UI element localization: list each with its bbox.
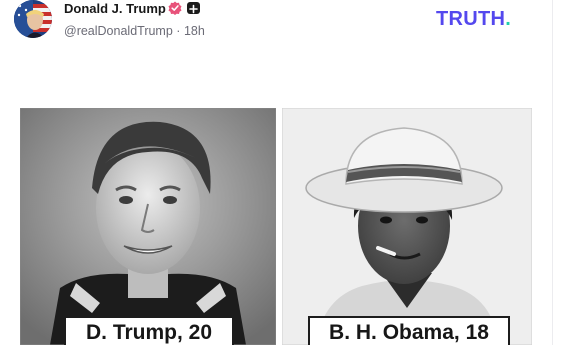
plus-badge-icon bbox=[187, 2, 200, 14]
truth-social-logo: TRUTH. bbox=[436, 8, 511, 31]
caption-right: B. H. Obama, 18 bbox=[308, 316, 510, 345]
media-image-right[interactable]: B. H. Obama, 18 bbox=[282, 108, 532, 345]
meta-separator: · bbox=[176, 24, 181, 38]
handle-row: @realDonaldTrump · 18h bbox=[64, 24, 205, 38]
timeline-edge-divider bbox=[552, 0, 553, 345]
post-header: Donald J. Trump @realDonaldTrump · 18h T… bbox=[0, 0, 552, 46]
verified-badge-icon bbox=[168, 1, 182, 15]
truth-logo-dot: . bbox=[505, 8, 512, 30]
post-media: D. Trump, 20 B. H. Obama, 18 bbox=[20, 108, 532, 345]
post-timestamp[interactable]: 18h bbox=[184, 24, 205, 38]
caption-left: D. Trump, 20 bbox=[64, 316, 234, 345]
media-image-left[interactable]: D. Trump, 20 bbox=[20, 108, 276, 345]
avatar[interactable] bbox=[14, 0, 52, 38]
portrait-young-man-uniform bbox=[20, 108, 276, 345]
author-handle[interactable]: @realDonaldTrump bbox=[64, 24, 173, 38]
author-name[interactable]: Donald J. Trump bbox=[64, 1, 166, 16]
portrait-young-man-hat bbox=[282, 108, 532, 345]
truth-logo-text: TRUTH bbox=[436, 8, 506, 30]
